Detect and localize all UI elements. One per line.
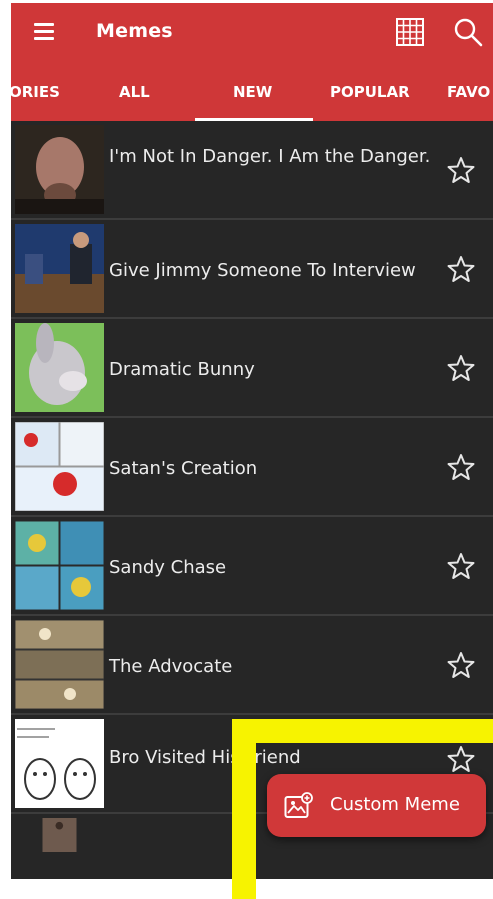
meme-title: I'm Not In Danger. I Am the Danger. [109, 146, 431, 167]
grid-icon[interactable] [396, 18, 424, 46]
meme-row[interactable]: The Advocate [11, 616, 493, 715]
tab-favorites[interactable]: FAVO [447, 83, 490, 101]
tab-popular[interactable]: POPULAR [330, 83, 410, 101]
meme-thumbnail [15, 224, 104, 313]
image-add-icon [284, 792, 313, 818]
custom-meme-label: Custom Meme [330, 794, 460, 815]
tab-new[interactable]: NEW [233, 83, 272, 101]
meme-thumbnail [42, 818, 77, 852]
star-icon[interactable] [447, 354, 475, 382]
meme-title: Satan's Creation [109, 458, 258, 479]
star-icon[interactable] [447, 156, 475, 184]
meme-thumbnail [15, 521, 104, 610]
meme-title: Give Jimmy Someone To Interview [109, 260, 416, 281]
meme-row[interactable]: Dramatic Bunny [11, 319, 493, 418]
meme-thumbnail [15, 719, 104, 808]
meme-thumbnail [15, 620, 104, 709]
star-icon[interactable] [447, 651, 475, 679]
custom-meme-button[interactable]: Custom Meme [267, 774, 486, 837]
menu-icon[interactable] [34, 23, 54, 40]
star-icon[interactable] [447, 552, 475, 580]
meme-row[interactable]: Sandy Chase [11, 517, 493, 616]
meme-thumbnail [15, 125, 104, 214]
app-title: Memes [96, 20, 173, 42]
tab-bar: ORIES ALL NEW POPULAR FAVO [11, 61, 493, 121]
tab-all[interactable]: ALL [119, 83, 150, 101]
app-bar: Memes [11, 3, 493, 61]
meme-thumbnail [15, 422, 104, 511]
tab-categories[interactable]: ORIES [11, 83, 60, 101]
star-icon[interactable] [447, 255, 475, 283]
meme-thumbnail [15, 323, 104, 412]
star-icon[interactable] [447, 453, 475, 481]
meme-title: Dramatic Bunny [109, 359, 255, 380]
meme-row[interactable]: Give Jimmy Someone To Interview [11, 220, 493, 319]
meme-title: Sandy Chase [109, 557, 227, 578]
meme-row[interactable]: I'm Not In Danger. I Am the Danger. [11, 121, 493, 220]
meme-row[interactable]: Satan's Creation [11, 418, 493, 517]
search-icon[interactable] [453, 17, 483, 47]
meme-title: The Advocate [109, 656, 233, 677]
